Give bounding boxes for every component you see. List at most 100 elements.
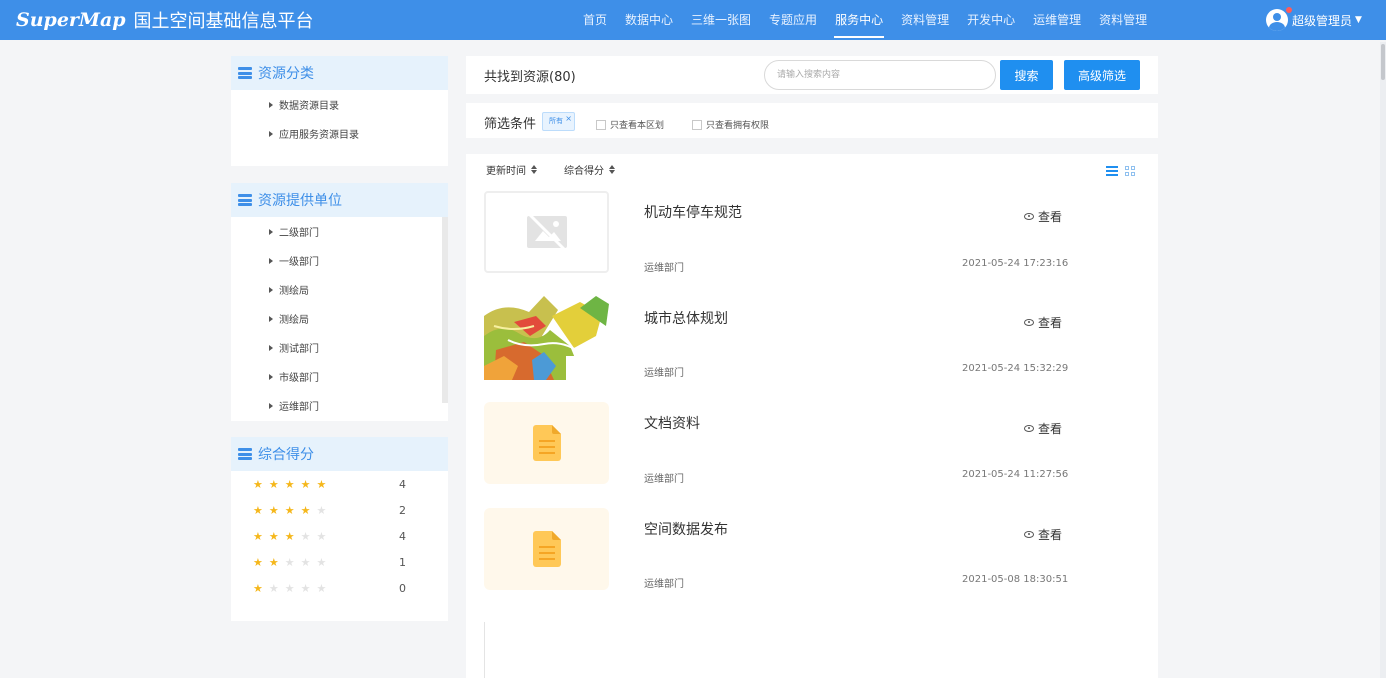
tree-item-label: 二级部门 <box>279 228 319 239</box>
star-icon: ★ <box>253 477 263 491</box>
result-title[interactable]: 城市总体规划 <box>644 308 728 328</box>
score-row-4[interactable]: ★ ★ ★ ★ ★ 2 <box>231 497 448 523</box>
user-menu[interactable]: 超级管理员 ▼ <box>1266 6 1362 34</box>
caret-right-icon <box>269 315 273 322</box>
page-scrollbar[interactable] <box>1380 42 1386 678</box>
score-row-2[interactable]: ★ ★ ★ ★ ★ 1 <box>231 549 448 575</box>
filter-tag-label: 所有 <box>549 117 563 125</box>
caret-right-icon <box>269 228 273 235</box>
checkbox-box[interactable] <box>596 119 606 130</box>
provider-panel: 资源提供单位 二级部门 一级部门 测绘局 测绘局 测试部门 市级部门 运维部门 <box>231 183 448 421</box>
star-icon: ★ <box>253 529 263 543</box>
view-label: 查看 <box>1038 210 1063 224</box>
star-icon: ★ <box>316 477 327 491</box>
result-count: 共找到资源(80) <box>484 70 576 85</box>
tree-item-label: 运维部门 <box>279 402 319 413</box>
score-count: 4 <box>399 477 406 491</box>
score-row-1[interactable]: ★ ★ ★ ★ ★ 0 <box>231 575 448 601</box>
tree-item-dept[interactable]: 测绘局 <box>231 304 448 333</box>
star-icon: ★ <box>284 529 295 543</box>
result-title[interactable]: 文档资料 <box>644 413 700 433</box>
nav-item-service-center[interactable]: 服务中心 <box>826 0 892 40</box>
result-thumbnail[interactable] <box>484 296 609 380</box>
nav-item-3d-map[interactable]: 三维一张图 <box>682 0 760 40</box>
platform-title: 国土空间基础信息平台 <box>133 11 314 32</box>
close-icon[interactable]: × <box>565 110 572 127</box>
tree-item-dept[interactable]: 运维部门 <box>231 391 448 420</box>
star-icon: ★ <box>300 503 311 517</box>
nav-item-data-management[interactable]: 资料管理 <box>892 0 958 40</box>
search-input[interactable] <box>764 60 996 90</box>
result-department: 运维部门 <box>644 368 684 379</box>
star-empty-icon: ★ <box>316 529 327 543</box>
caret-right-icon <box>269 373 273 380</box>
star-empty-icon: ★ <box>316 581 327 595</box>
provider-panel-scrollbar[interactable] <box>442 217 448 403</box>
nav-item-data-center[interactable]: 数据中心 <box>616 0 682 40</box>
view-link[interactable]: 查看 <box>1024 526 1062 543</box>
result-title[interactable]: 空间数据发布 <box>644 519 728 539</box>
result-thumbnail[interactable] <box>484 508 609 590</box>
tree-item-dept[interactable]: 二级部门 <box>231 217 448 246</box>
tree-item-label: 市级部门 <box>279 373 319 384</box>
score-count: 4 <box>399 529 406 543</box>
view-link[interactable]: 查看 <box>1024 208 1062 225</box>
grid-view-icon[interactable] <box>1125 166 1135 176</box>
score-row-5[interactable]: ★ ★ ★ ★ ★ 4 <box>231 471 448 497</box>
score-panel-title: 综合得分 <box>258 447 314 463</box>
page-scrollbar-thumb[interactable] <box>1381 44 1385 80</box>
result-date: 2021-05-24 11:27:56 <box>962 469 1069 480</box>
star-icon: ★ <box>300 477 311 491</box>
result-title[interactable]: 机动车停车规范 <box>644 202 742 222</box>
nav-item-dev-center[interactable]: 开发中心 <box>958 0 1024 40</box>
nav-item-ops-management[interactable]: 运维管理 <box>1024 0 1090 40</box>
eye-icon <box>1024 319 1034 326</box>
category-panel-title: 资源分类 <box>258 66 314 82</box>
search-button[interactable]: 搜索 <box>1000 60 1053 90</box>
nav-item-thematic-apps[interactable]: 专题应用 <box>760 0 826 40</box>
score-panel-header: 综合得分 <box>231 437 448 471</box>
sort-by-score[interactable]: 综合得分 <box>564 162 615 177</box>
star-empty-icon: ★ <box>300 555 311 569</box>
tree-item-dept[interactable]: 一级部门 <box>231 246 448 275</box>
sort-by-update-time[interactable]: 更新时间 <box>486 162 537 177</box>
map-thumbnail-icon <box>484 296 609 380</box>
nav-item-data-management-2[interactable]: 资料管理 <box>1090 0 1156 40</box>
result-thumbnail[interactable] <box>484 402 609 484</box>
score-count: 1 <box>399 555 406 569</box>
category-panel: 资源分类 数据资源目录 应用服务资源目录 <box>231 56 448 166</box>
image-placeholder-icon <box>526 212 567 252</box>
checkbox-permission-only[interactable]: 只查看拥有权限 <box>692 118 769 131</box>
sort-icon <box>531 165 537 174</box>
star-icon: ★ <box>268 529 279 543</box>
logo[interactable]: SuperMap 国土空间基础信息平台 <box>16 6 314 34</box>
tree-item-service-catalog[interactable]: 应用服务资源目录 <box>231 119 448 148</box>
star-empty-icon: ★ <box>316 503 327 517</box>
results-panel: 更新时间 综合得分 机动车停车规范 查看 运维部门 2021-05-24 17:… <box>466 154 1158 614</box>
sort-icon <box>609 165 615 174</box>
result-date: 2021-05-24 17:23:16 <box>962 258 1069 269</box>
tree-item-dept[interactable]: 测试部门 <box>231 333 448 362</box>
tree-item-dept[interactable]: 测绘局 <box>231 275 448 304</box>
sort-label: 更新时间 <box>486 166 526 177</box>
filter-tag-all[interactable]: 所有 × <box>542 112 575 131</box>
result-department: 运维部门 <box>644 474 684 485</box>
view-link[interactable]: 查看 <box>1024 314 1062 331</box>
checkbox-label: 只查看本区划 <box>610 121 665 131</box>
caret-right-icon <box>269 286 273 293</box>
score-row-3[interactable]: ★ ★ ★ ★ ★ 4 <box>231 523 448 549</box>
tree-item-dept[interactable]: 市级部门 <box>231 362 448 391</box>
tree-item-data-catalog[interactable]: 数据资源目录 <box>231 90 448 119</box>
caret-right-icon <box>269 344 273 351</box>
results-panel-continued <box>466 614 1158 678</box>
list-view-icon[interactable] <box>1106 166 1118 176</box>
view-link[interactable]: 查看 <box>1024 420 1062 437</box>
advanced-filter-button[interactable]: 高级筛选 <box>1064 60 1140 90</box>
nav-item-home[interactable]: 首页 <box>574 0 616 40</box>
view-label: 查看 <box>1038 316 1063 330</box>
checkbox-box[interactable] <box>692 119 702 130</box>
result-thumbnail[interactable] <box>484 191 609 273</box>
caret-right-icon <box>269 101 273 108</box>
checkbox-region-only[interactable]: 只查看本区划 <box>596 118 664 131</box>
star-icon: ★ <box>253 503 263 517</box>
